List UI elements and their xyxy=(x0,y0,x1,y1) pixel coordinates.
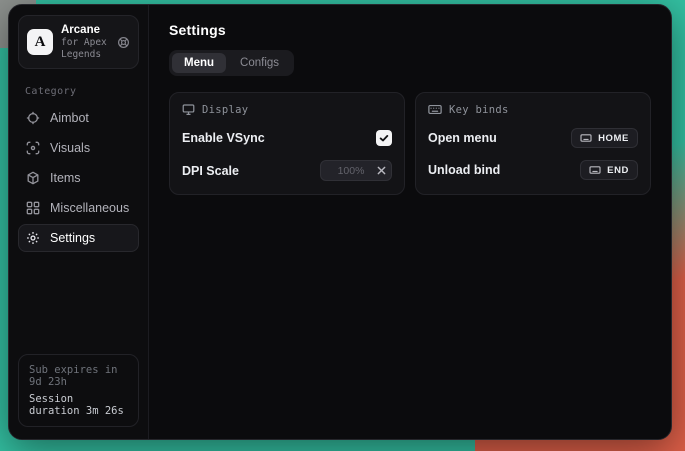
page-title: Settings xyxy=(169,22,651,38)
sidebar-item-label: Miscellaneous xyxy=(50,201,129,215)
sidebar: A Arcane for Apex Legends Category xyxy=(9,5,149,439)
sidebar-item-label: Items xyxy=(50,171,81,185)
category-label: Category xyxy=(25,86,132,97)
sidebar-nav: Aimbot Visuals Items xyxy=(18,104,139,252)
keyboard-icon xyxy=(589,165,601,175)
gear-icon xyxy=(26,231,40,245)
sidebar-item-label: Visuals xyxy=(50,141,90,155)
open-menu-label: Open menu xyxy=(428,131,497,145)
monitor-icon xyxy=(182,103,195,116)
package-icon xyxy=(26,171,40,185)
vsync-row: Enable VSync xyxy=(182,128,392,148)
open-menu-keybind-button[interactable]: HOME xyxy=(571,128,638,148)
clear-x-icon[interactable] xyxy=(377,166,386,175)
unload-key-label: END xyxy=(607,165,629,176)
vsync-label: Enable VSync xyxy=(182,131,265,145)
open-menu-key-label: HOME xyxy=(598,133,629,144)
dpi-scale-value: 100% xyxy=(329,165,373,177)
tab-menu[interactable]: Menu xyxy=(172,53,226,73)
brand-subtitle: for Apex Legends xyxy=(61,37,109,61)
tab-configs[interactable]: Configs xyxy=(228,53,291,73)
brand-logo-icon: A xyxy=(27,29,53,55)
brand-name: Arcane xyxy=(61,23,109,37)
vsync-checkbox[interactable] xyxy=(376,130,392,146)
keyboard-icon xyxy=(428,103,442,116)
keybinds-card: Key binds Open menu HOME Unload bin xyxy=(415,92,651,195)
brand-text: Arcane for Apex Legends xyxy=(61,23,109,61)
dpi-scale-input[interactable]: 100% xyxy=(320,160,392,181)
dpi-row: DPI Scale 100% xyxy=(182,160,392,181)
brand-card: A Arcane for Apex Legends xyxy=(18,15,139,69)
sidebar-item-visuals[interactable]: Visuals xyxy=(18,134,139,162)
sidebar-item-miscellaneous[interactable]: Miscellaneous xyxy=(18,194,139,222)
unload-bind-label: Unload bind xyxy=(428,163,500,177)
support-lifebuoy-icon[interactable] xyxy=(117,36,130,49)
unload-bind-row: Unload bind END xyxy=(428,160,638,180)
app-window: A Arcane for Apex Legends Category xyxy=(8,4,672,440)
tab-bar: Menu Configs xyxy=(169,50,294,76)
crosshair-icon xyxy=(26,111,40,125)
sub-expiry-text: Sub expires in 9d 23h xyxy=(29,364,128,388)
session-duration-text: Session duration 3m 26s xyxy=(29,393,128,417)
sidebar-item-items[interactable]: Items xyxy=(18,164,139,192)
display-card-header: Display xyxy=(182,103,392,116)
checkmark-icon xyxy=(379,133,389,143)
keybinds-card-title: Key binds xyxy=(449,104,509,116)
sidebar-item-aimbot[interactable]: Aimbot xyxy=(18,104,139,132)
keyboard-icon xyxy=(580,133,592,143)
keybinds-card-header: Key binds xyxy=(428,103,638,116)
scan-eye-icon xyxy=(26,141,40,155)
dpi-label: DPI Scale xyxy=(182,164,239,178)
sidebar-item-label: Settings xyxy=(50,231,95,245)
unload-keybind-button[interactable]: END xyxy=(580,160,638,180)
cards-row: Display Enable VSync DPI Scale 100% xyxy=(169,92,651,195)
display-card-title: Display xyxy=(202,104,248,116)
sidebar-item-settings[interactable]: Settings xyxy=(18,224,139,252)
session-card: Sub expires in 9d 23h Session duration 3… xyxy=(18,354,139,427)
sidebar-item-label: Aimbot xyxy=(50,111,89,125)
display-card: Display Enable VSync DPI Scale 100% xyxy=(169,92,405,195)
sidebar-spacer xyxy=(18,252,139,354)
open-menu-row: Open menu HOME xyxy=(428,128,638,148)
layout-grid-icon xyxy=(26,201,40,215)
main-content: Settings Menu Configs Display Enable VSy… xyxy=(149,5,671,439)
